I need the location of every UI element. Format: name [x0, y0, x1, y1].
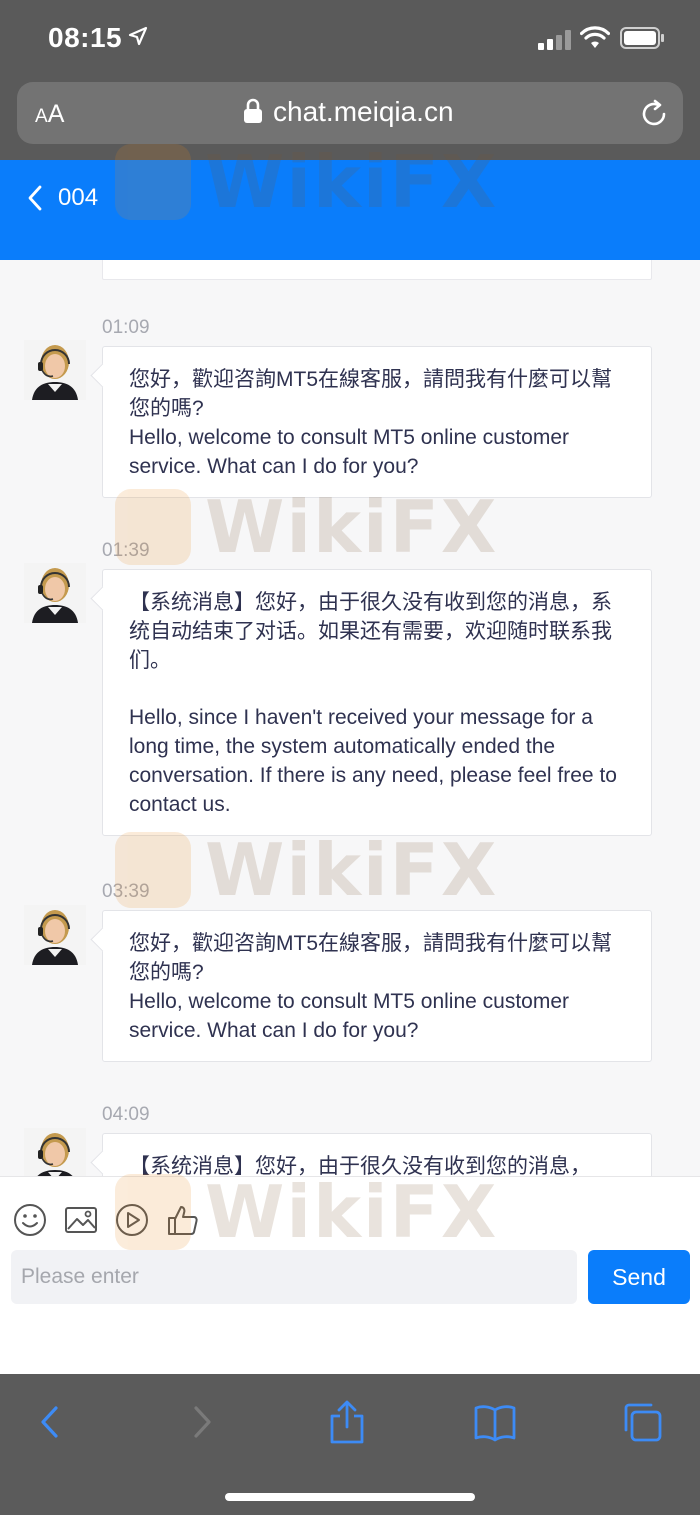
message-bubble: 【系统消息】您好，由于很久没有收到您的消息，	[102, 1133, 652, 1176]
bookmarks-icon[interactable]	[472, 1400, 518, 1444]
chat-message-list[interactable]: 01:09 您好，歡迎咨詢MT5在線客服，請問我有什麼可以幫您的嗎? Hello…	[0, 260, 700, 1176]
message-time: 03:39	[102, 881, 150, 902]
message-text-en: Hello, since I haven't received your mes…	[129, 706, 617, 816]
message-bubble: 【系统消息】您好，由于很久没有收到您的消息，系统自动结束了对话。如果还有需要，欢…	[102, 569, 652, 836]
back-chevron-icon	[28, 185, 42, 211]
reload-icon[interactable]	[639, 99, 669, 129]
page-title: 004	[58, 184, 99, 211]
browser-chrome: AA chat.meiqia.cn	[0, 78, 700, 160]
back-button[interactable]: 004	[26, 180, 106, 216]
lock-icon	[244, 98, 262, 123]
agent-avatar	[24, 1128, 86, 1176]
agent-avatar	[24, 563, 86, 623]
agent-avatar	[24, 340, 86, 400]
message-input[interactable]	[11, 1250, 577, 1304]
emoji-icon[interactable]	[13, 1203, 47, 1237]
image-icon[interactable]	[64, 1203, 98, 1237]
message-text-zh: 【系统消息】您好，由于很久没有收到您的消息，	[129, 1155, 591, 1176]
message-text-zh: 您好，歡迎咨詢MT5在線客服，請問我有什麼可以幫您的嗎?	[129, 932, 612, 984]
safari-forward-icon[interactable]	[178, 1400, 224, 1444]
share-icon[interactable]	[324, 1400, 370, 1444]
chat-header: 004	[0, 160, 700, 260]
thumbs-up-icon[interactable]	[166, 1203, 200, 1237]
message-composer: Send	[0, 1176, 700, 1374]
address-bar[interactable]: AA chat.meiqia.cn	[17, 82, 683, 144]
message-time: 01:39	[102, 540, 150, 561]
message-text-zh: 您好，歡迎咨詢MT5在線客服，請問我有什麼可以幫您的嗎?	[129, 368, 612, 420]
text-size-button[interactable]: AA	[35, 100, 64, 129]
send-button[interactable]: Send	[588, 1250, 690, 1304]
message-text-en: Hello, welcome to consult MT5 online cus…	[129, 426, 570, 478]
previous-message-bubble	[102, 260, 652, 280]
location-arrow-icon	[128, 26, 148, 46]
message-text-en: Hello, welcome to consult MT5 online cus…	[129, 990, 570, 1042]
status-time: 08:15	[48, 22, 123, 53]
url-text[interactable]: chat.meiqia.cn	[273, 96, 454, 128]
video-icon[interactable]	[115, 1203, 149, 1237]
status-bar: 08:15	[0, 0, 700, 78]
home-indicator	[225, 1493, 475, 1501]
agent-avatar	[24, 905, 86, 965]
message-bubble: 您好，歡迎咨詢MT5在線客服，請問我有什麼可以幫您的嗎? Hello, welc…	[102, 910, 652, 1062]
message-time: 04:09	[102, 1104, 150, 1125]
wifi-icon	[580, 26, 610, 48]
message-time: 01:09	[102, 317, 150, 338]
signal-icon	[538, 30, 571, 50]
battery-icon	[620, 27, 664, 49]
tabs-icon[interactable]	[620, 1400, 666, 1444]
message-bubble: 您好，歡迎咨詢MT5在線客服，請問我有什麼可以幫您的嗎? Hello, welc…	[102, 346, 652, 498]
safari-back-icon[interactable]	[28, 1400, 74, 1444]
message-text-zh: 【系统消息】您好，由于很久没有收到您的消息，系统自动结束了对话。如果还有需要，欢…	[129, 591, 612, 672]
